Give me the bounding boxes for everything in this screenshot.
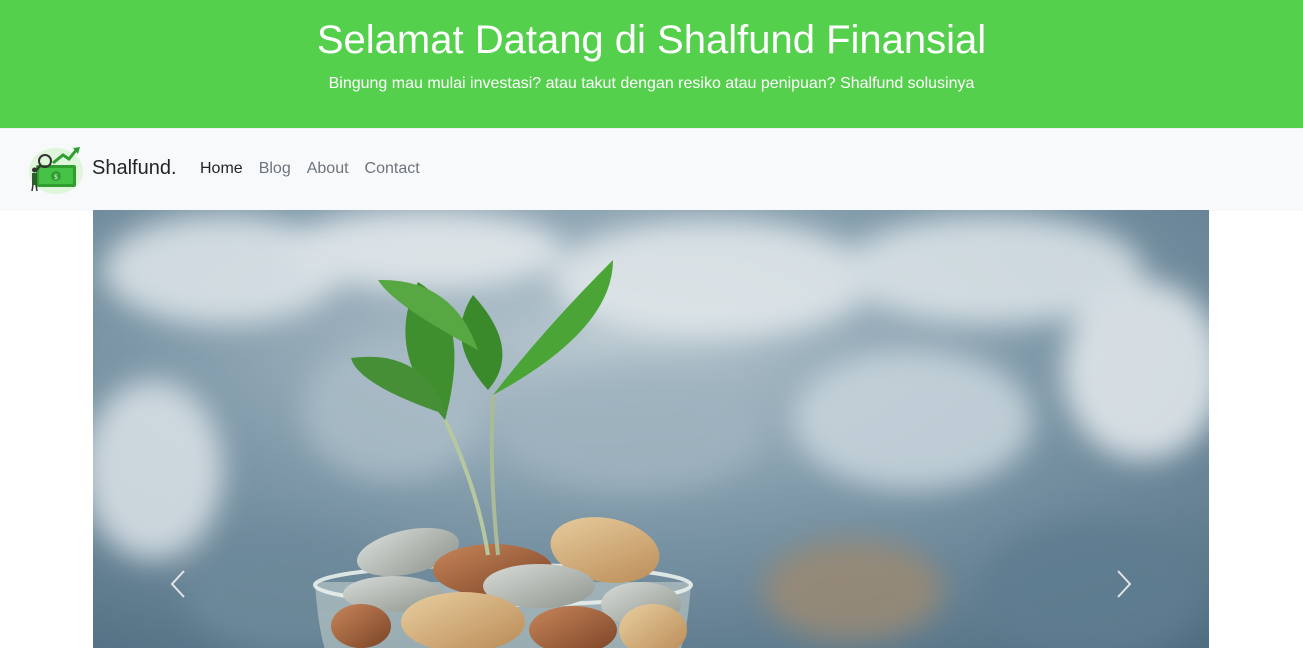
carousel-prev-button[interactable] [163, 562, 193, 606]
carousel-image-plant-coins [93, 210, 1209, 648]
hero-header: Selamat Datang di Shalfund Finansial Bin… [0, 0, 1303, 128]
nav-link-about[interactable]: About [307, 158, 349, 180]
page-title: Selamat Datang di Shalfund Finansial [316, 18, 987, 62]
carousel-next-button[interactable] [1109, 562, 1139, 606]
navbar: $ Shalfund. Home Blog About Contact [0, 128, 1303, 211]
nav-link-blog[interactable]: Blog [259, 158, 291, 180]
brand-link[interactable]: $ Shalfund. [25, 144, 177, 196]
nav-links: Home Blog About Contact [200, 158, 436, 180]
nav-link-home[interactable]: Home [200, 158, 243, 180]
money-growth-logo-icon: $ [29, 147, 83, 194]
hero-carousel [93, 210, 1209, 648]
svg-text:$: $ [54, 173, 58, 181]
chevron-left-icon [170, 570, 185, 598]
nav-link-contact[interactable]: Contact [365, 158, 420, 180]
page-subtitle: Bingung mau mulai investasi? atau takut … [328, 75, 975, 92]
brand-name: Shalfund. [92, 156, 177, 179]
chevron-right-icon [1117, 570, 1132, 598]
